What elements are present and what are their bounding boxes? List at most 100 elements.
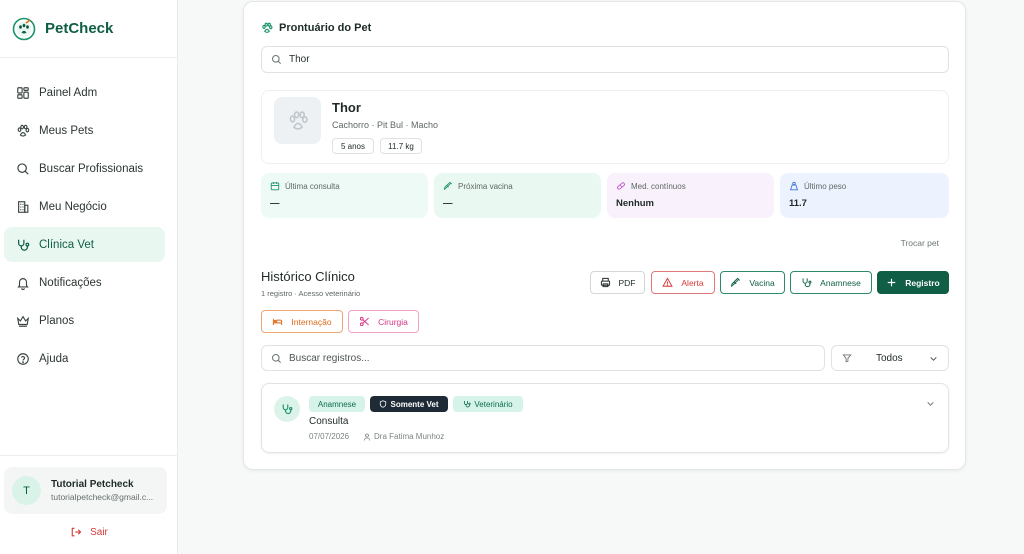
sidebar-nav: Painel Adm Meus Pets Buscar Profissionai… [0,58,177,376]
add-record-label: Registro [905,277,940,288]
stethoscope-icon [282,404,293,414]
swap-pet-link[interactable]: Trocar pet [901,238,939,248]
paw-icon [289,110,308,130]
sidebar-item-label: Meu Negócio [39,200,107,213]
logout-button[interactable]: Sair [0,526,178,538]
pill-icon [617,182,625,190]
stat-label-row: Próxima vacina [443,181,601,191]
help-icon [17,352,29,365]
logout-icon [71,527,82,537]
stat-value: Nenhum [616,198,654,209]
user-email: tutorialpetcheck@gmail.c... [51,492,154,502]
petcheck-logo-icon [12,17,36,40]
brand-name: PetCheck [45,20,114,37]
hospitalization-label: Internação [291,316,332,327]
search-icon [271,54,281,64]
record-title: Consulta [309,416,349,427]
avatar: T [12,476,41,505]
sidebar-item-label: Ajuda [39,352,69,365]
sidebar-item-label: Clínica Vet [39,238,94,251]
sidebar-item-label: Painel Adm [39,86,98,99]
stat-label: Última consulta [285,181,340,191]
record-badge-vet-only: Somente Vet [370,396,448,412]
history-title: Histórico Clínico [261,269,355,284]
vaccine-button[interactable]: Vacina [720,271,785,294]
pet-search-value: Thor [289,54,310,65]
calendar-icon [270,181,280,191]
stat-continuous-meds: Med. contínuos Nenhum [607,173,774,218]
history-subtitle: 1 registro · Acesso veterinário [261,289,361,298]
stat-label-row: Med. contínuos [616,181,774,191]
stat-label-row: Última consulta [270,181,428,191]
record-doctor-name: Dra Fatima Munhoz [374,432,445,441]
sidebar-item-label: Meus Pets [39,124,94,137]
stat-label-row: Último peso [789,181,949,191]
sidebar-item-label: Planos [39,314,75,327]
crown-icon [16,315,30,327]
pet-name: Thor [332,100,361,115]
record-type-icon [274,396,300,422]
add-record-button[interactable]: Registro [877,271,949,294]
paw-icon [17,124,30,137]
building-icon [18,200,29,213]
plus-icon [887,278,896,287]
records-search-placeholder: Buscar registros... [289,352,370,364]
stat-last-consultation: Última consulta — [261,173,428,218]
brand[interactable]: PetCheck [0,0,177,58]
pdf-button[interactable]: PDF [590,271,645,294]
records-filter-select[interactable]: Todos [831,345,949,371]
records-search-input[interactable]: Buscar registros... [261,345,825,371]
sidebar-item-planos[interactable]: Planos [4,303,165,338]
surgery-button[interactable]: Cirurgia [348,310,419,333]
chevron-down-icon[interactable] [926,399,935,408]
pet-record-panel: Prontuário do Pet Thor Thor Cachorro · P… [243,1,966,470]
syringe-icon [731,278,741,287]
record-card[interactable]: Anamnese Somente Vet Veterinário Consult… [261,383,949,453]
paw-icon [262,22,273,33]
sidebar-item-clinica-vet[interactable]: Clínica Vet [4,227,165,262]
sidebar-item-painel-adm[interactable]: Painel Adm [4,75,165,110]
record-badge-anamnesis: Anamnese [309,396,365,412]
user-section: T Tutorial Petcheck tutorialpetcheck@gma… [0,455,178,554]
record-badge-label: Veterinário [474,399,513,409]
pet-weight-chip: 11.7 kg [380,138,422,154]
shield-icon [380,400,387,408]
pet-search-input[interactable]: Thor [261,46,949,73]
user-name: Tutorial Petcheck [51,479,134,490]
panel-title: Prontuário do Pet [261,22,371,34]
record-badge-veterinarian: Veterinário [453,396,523,412]
surgery-label: Cirurgia [378,316,408,327]
alert-label: Alerta [681,277,704,288]
pet-summary-card: Thor Cachorro · Pit Bul · Macho 5 anos 1… [261,90,949,164]
vaccine-label: Vacina [749,277,775,288]
sidebar-item-meus-pets[interactable]: Meus Pets [4,113,165,148]
stat-next-vaccine: Próxima vacina — [434,173,601,218]
stat-label: Med. contínuos [631,181,686,191]
sidebar-item-label: Buscar Profissionais [39,162,144,175]
anamnesis-label: Anamnese [820,277,861,288]
hospitalization-button[interactable]: Internação [261,310,343,333]
user-card[interactable]: T Tutorial Petcheck tutorialpetcheck@gma… [4,467,167,514]
stat-label: Próxima vacina [458,181,513,191]
pet-photo [274,97,321,144]
weight-icon [789,181,799,191]
stethoscope-icon [464,401,472,408]
record-badge-label: Somente Vet [390,399,439,409]
syringe-icon [443,181,453,191]
pet-age-chip: 5 anos [332,138,374,154]
bed-icon [273,318,283,325]
filter-value: Todos [876,352,903,364]
sidebar-item-notificacoes[interactable]: Notificações [4,265,165,300]
stat-value: — [270,198,280,209]
sidebar-item-ajuda[interactable]: Ajuda [4,341,165,376]
stat-value: 11.7 [789,198,807,209]
warning-icon [662,277,674,287]
panel-title-text: Prontuário do Pet [279,22,372,34]
sidebar-item-buscar-profissionais[interactable]: Buscar Profissionais [4,151,165,186]
alert-button[interactable]: Alerta [651,271,715,294]
filter-icon [842,354,852,363]
record-doctor: Dra Fatima Munhoz [363,432,444,441]
dashboard-icon [17,86,29,99]
sidebar-item-meu-negocio[interactable]: Meu Negócio [4,189,165,224]
anamnesis-button[interactable]: Anamnese [790,271,872,294]
